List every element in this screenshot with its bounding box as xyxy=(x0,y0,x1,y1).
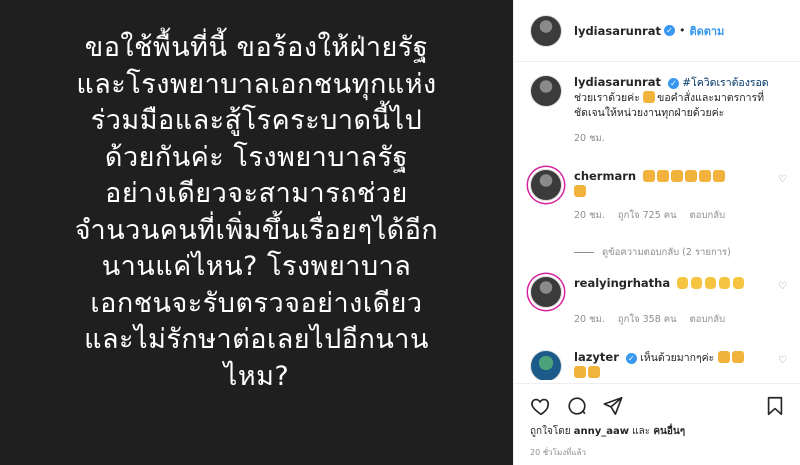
pray-emoji-icon xyxy=(717,351,730,363)
image-text-line: และโรงพยาบาลเอกชนทุกแห่ง xyxy=(76,68,437,100)
author-avatar[interactable] xyxy=(530,14,562,47)
caption-text: ช่วยเราด้วยค่ะ xyxy=(574,92,644,104)
pray-emoji-icon xyxy=(657,170,670,182)
pray-emoji-icon xyxy=(731,351,744,363)
image-text-line: ไหม? xyxy=(223,360,290,392)
comment-icon[interactable] xyxy=(566,395,588,417)
comment-time[interactable]: 20 ชม. xyxy=(574,210,605,221)
post-side-panel: lydiasarunrat ✓ • ติดตาม lydiasarunrat ✓ … xyxy=(513,0,800,465)
liked-by-mid: และ xyxy=(629,426,654,437)
image-text-line: ด้วยกันค่ะ โรงพยาบาลรัฐ xyxy=(104,141,409,173)
comment-meta: 20 ชม. ถูกใจ 725 คน ตอบกลับ xyxy=(574,208,788,223)
liked-by-others[interactable]: คนอื่นๆ xyxy=(653,426,685,437)
post-header: lydiasarunrat ✓ • ติดตาม xyxy=(514,0,800,62)
comment-meta: 20 ชม. ถูกใจ 358 คน ตอบกลับ xyxy=(574,312,788,327)
author-username[interactable]: lydiasarunrat xyxy=(574,24,661,38)
caption: lydiasarunrat ✓ #โควิดเราต้องรอด ช่วยเราด… xyxy=(530,75,788,146)
replies-divider xyxy=(574,252,594,253)
liked-by-prefix: ถูกใจโดย xyxy=(530,426,574,437)
image-text-line: จำนวนคนที่เพิ่มขึ้นเรื่อยๆได้อีก xyxy=(74,214,439,246)
image-text-line: ร่วมมือและสู้โรคระบาดนี้ไป xyxy=(90,105,423,136)
post-image[interactable]: ขอใช้พื้นที่นี้ ขอร้องให้ฝ่ายรัฐ และโรงพ… xyxy=(0,0,513,465)
pray-emoji-icon xyxy=(643,91,656,103)
ok-hand-emoji-icon xyxy=(733,277,745,289)
pray-emoji-icon xyxy=(574,185,586,197)
heart-icon[interactable]: ♡ xyxy=(778,282,788,292)
post-actions xyxy=(514,383,800,429)
comment-item: lazyter ✓ เห็นด้วยมากๆค่ะ ♡ xyxy=(530,350,788,380)
commenter-avatar[interactable] xyxy=(530,350,562,380)
commenter-username[interactable]: realyingrhatha xyxy=(574,276,670,290)
pray-emoji-icon xyxy=(699,170,712,182)
commenter-username[interactable]: lazyter xyxy=(574,350,619,364)
comment-item: realyingrhatha 20 ชม. ถูกใจ 358 คน ตอบกล… xyxy=(530,276,788,327)
image-text-line: อย่างเดียวจะสามารถช่วย xyxy=(105,178,408,209)
comment-likes[interactable]: ถูกใจ 358 คน xyxy=(618,314,677,325)
post-timestamp[interactable]: 20 ชั่วโมงที่แล้ว xyxy=(530,446,586,459)
comments-list[interactable]: lydiasarunrat ✓ #โควิดเราต้องรอด ช่วยเราด… xyxy=(514,63,800,380)
pray-emoji-icon xyxy=(713,170,726,182)
image-text-line: ขอใช้พื้นที่นี้ ขอร้องให้ฝ่ายรัฐ xyxy=(84,32,429,63)
caption-username[interactable]: lydiasarunrat xyxy=(574,75,661,89)
reply-button[interactable]: ตอบกลับ xyxy=(690,314,726,325)
commenter-avatar[interactable] xyxy=(530,276,562,308)
instagram-post: ขอใช้พื้นที่นี้ ขอร้องให้ฝ่ายรัฐ และโรงพ… xyxy=(0,0,800,465)
ok-hand-emoji-icon xyxy=(719,277,731,289)
commenter-username[interactable]: chermarn xyxy=(574,169,636,183)
comment-likes[interactable]: ถูกใจ 725 คน xyxy=(618,210,677,221)
ok-hand-emoji-icon xyxy=(705,277,717,289)
comment-time[interactable]: 20 ชม. xyxy=(574,314,605,325)
follow-button[interactable]: ติดตาม xyxy=(689,22,724,40)
heart-icon[interactable]: ♡ xyxy=(778,356,788,366)
caption-hashtag[interactable]: #โควิดเราต้องรอด xyxy=(682,77,768,89)
heart-icon[interactable] xyxy=(530,395,552,417)
pray-emoji-icon xyxy=(685,170,698,182)
caption-avatar[interactable] xyxy=(530,75,562,107)
separator-dot: • xyxy=(678,24,686,37)
image-text-line: และไม่รักษาต่อเลยไปอีกนาน xyxy=(84,324,429,355)
liked-by-user[interactable]: anny_aaw xyxy=(574,426,629,437)
bookmark-icon[interactable] xyxy=(764,395,786,417)
post-image-text: ขอใช้พื้นที่นี้ ขอร้องให้ฝ่ายรัฐ และโรงพ… xyxy=(18,30,495,395)
image-text-line: นานแค่ไหน? โรงพยาบาล xyxy=(101,251,412,282)
view-replies-button[interactable]: ดูข้อความตอบกลับ (2 รายการ) xyxy=(574,245,731,260)
pray-emoji-icon xyxy=(671,170,684,182)
share-icon[interactable] xyxy=(602,395,624,417)
caption-meta: 20 ชม. xyxy=(574,131,788,146)
comment-emoji-group xyxy=(677,277,747,290)
ok-hand-emoji-icon xyxy=(691,277,703,289)
reply-button[interactable]: ตอบกลับ xyxy=(690,210,726,221)
pray-emoji-icon xyxy=(643,170,656,182)
pray-emoji-icon xyxy=(588,366,600,378)
comment-item: chermarn 20 ชม. ถูกใจ 725 คน ตอบกลับ ♡ xyxy=(530,169,788,223)
comment-text: เห็นด้วยมากๆค่ะ xyxy=(640,352,715,364)
pray-emoji-icon xyxy=(574,366,586,378)
heart-icon[interactable]: ♡ xyxy=(778,175,788,185)
caption-time[interactable]: 20 ชม. xyxy=(574,133,605,144)
image-text-line: เอกชนจะรับตรวจอย่างเดียว xyxy=(90,287,423,319)
verified-badge-icon: ✓ xyxy=(667,77,679,89)
commenter-avatar[interactable] xyxy=(530,169,562,201)
view-replies-label: ดูข้อความตอบกลับ (2 รายการ) xyxy=(602,247,731,258)
verified-badge-icon: ✓ xyxy=(625,352,637,364)
liked-by-summary: ถูกใจโดย anny_aaw และ คนอื่นๆ xyxy=(530,424,685,439)
verified-badge-icon: ✓ xyxy=(663,25,675,36)
ok-hand-emoji-icon xyxy=(677,277,689,289)
